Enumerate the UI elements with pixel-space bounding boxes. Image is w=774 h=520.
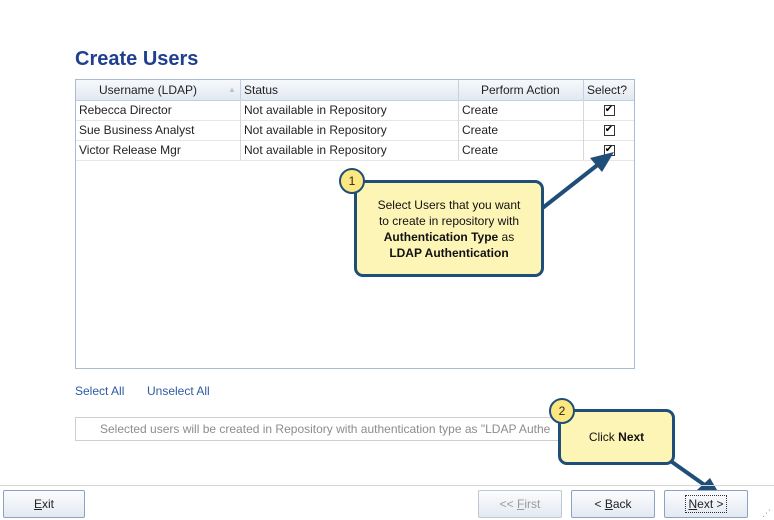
cell-status: Not available in Repository [241, 100, 459, 120]
callout-2-arrow-line [670, 460, 708, 488]
callout-1-badge: 1 [339, 168, 365, 194]
cell-select: ✔ [584, 140, 634, 160]
select-all-link[interactable]: Select All [75, 384, 124, 398]
unselect-all-link[interactable]: Unselect All [147, 384, 210, 398]
cell-action: Create [459, 120, 584, 140]
callout-2: Click Next [558, 409, 675, 465]
callout-1-after-bold1: as [498, 229, 515, 244]
table-row[interactable]: Sue Business Analyst Not available in Re… [76, 120, 634, 141]
column-header-select-label: Select? [587, 83, 628, 97]
callout-1-bold2: LDAP Authentication [389, 245, 509, 260]
cell-status: Not available in Repository [241, 120, 459, 140]
back-pre: < [594, 497, 605, 511]
back-button-label: < Back [594, 497, 631, 511]
next-button[interactable]: Next > [664, 490, 748, 518]
column-header-status-label: Status [244, 83, 279, 97]
table-row[interactable]: Rebecca Director Not available in Reposi… [76, 100, 634, 121]
sort-arrow-icon: ▲ [228, 85, 236, 94]
info-box: Selected users will be created in Reposi… [75, 417, 561, 441]
column-header-select[interactable]: Select? [584, 80, 634, 100]
back-button[interactable]: < Back [571, 490, 655, 518]
column-header-action[interactable]: Perform Action [459, 80, 584, 100]
info-text: Selected users will be created in Reposi… [100, 422, 551, 436]
callout-1-line3: Authentication Type as [378, 229, 521, 245]
checkbox-checked-icon[interactable]: ✔ [603, 144, 615, 156]
column-header-username[interactable]: Username (LDAP) ▲ [76, 80, 241, 100]
callout-2-badge: 2 [549, 398, 575, 424]
resize-grip-icon[interactable]: ⋰ [762, 508, 772, 518]
back-rest: ack [612, 497, 632, 511]
table-row[interactable]: Victor Release Mgr Not available in Repo… [76, 140, 634, 161]
callout-1-line1: Select Users that you want [377, 197, 521, 212]
first-button-label: << First [500, 497, 541, 511]
cell-action: Create [459, 100, 584, 120]
next-mnemonic: N [688, 497, 698, 511]
cell-action: Create [459, 140, 584, 160]
cell-select: ✔ [584, 120, 634, 140]
first-rest: irst [524, 497, 541, 511]
callout-1-text: Select Users that you want to create in … [378, 197, 521, 261]
cell-status: Not available in Repository [241, 140, 459, 160]
exit-mnemonic: E [33, 497, 42, 511]
column-header-username-label: Username (LDAP) [99, 83, 198, 97]
exit-rest: xit [42, 497, 54, 511]
grid-header: Username (LDAP) ▲ Status Perform Action … [76, 80, 634, 101]
next-button-label: Next > [685, 495, 727, 513]
exit-button[interactable]: Exit [3, 490, 85, 518]
checkbox-checked-icon[interactable]: ✔ [603, 104, 615, 116]
cell-username: Rebecca Director [76, 100, 241, 120]
next-rest: ext > [697, 497, 724, 511]
callout-1-line4: LDAP Authentication [378, 245, 521, 261]
first-button[interactable]: << First [478, 490, 562, 518]
back-mnemonic: B [604, 497, 613, 511]
callout-2-prefix: Click [588, 430, 619, 444]
callout-1: Select Users that you want to create in … [354, 180, 544, 277]
callout-2-text: Click Next [589, 430, 644, 444]
callout-1-line2: to create in repository with [378, 213, 520, 228]
cell-username: Victor Release Mgr [76, 140, 241, 160]
callout-2-bold: Next [618, 430, 645, 444]
first-pre: << [499, 497, 517, 511]
checkbox-checked-icon[interactable]: ✔ [603, 124, 615, 136]
bottom-separator [0, 485, 774, 486]
exit-button-label: Exit [34, 497, 54, 511]
cell-username: Sue Business Analyst [76, 120, 241, 140]
column-header-status[interactable]: Status [241, 80, 459, 100]
column-header-action-label: Perform Action [481, 83, 560, 97]
page-title: Create Users [75, 48, 199, 70]
cell-select: ✔ [584, 100, 634, 120]
callout-1-bold1: Authentication Type [383, 229, 499, 244]
